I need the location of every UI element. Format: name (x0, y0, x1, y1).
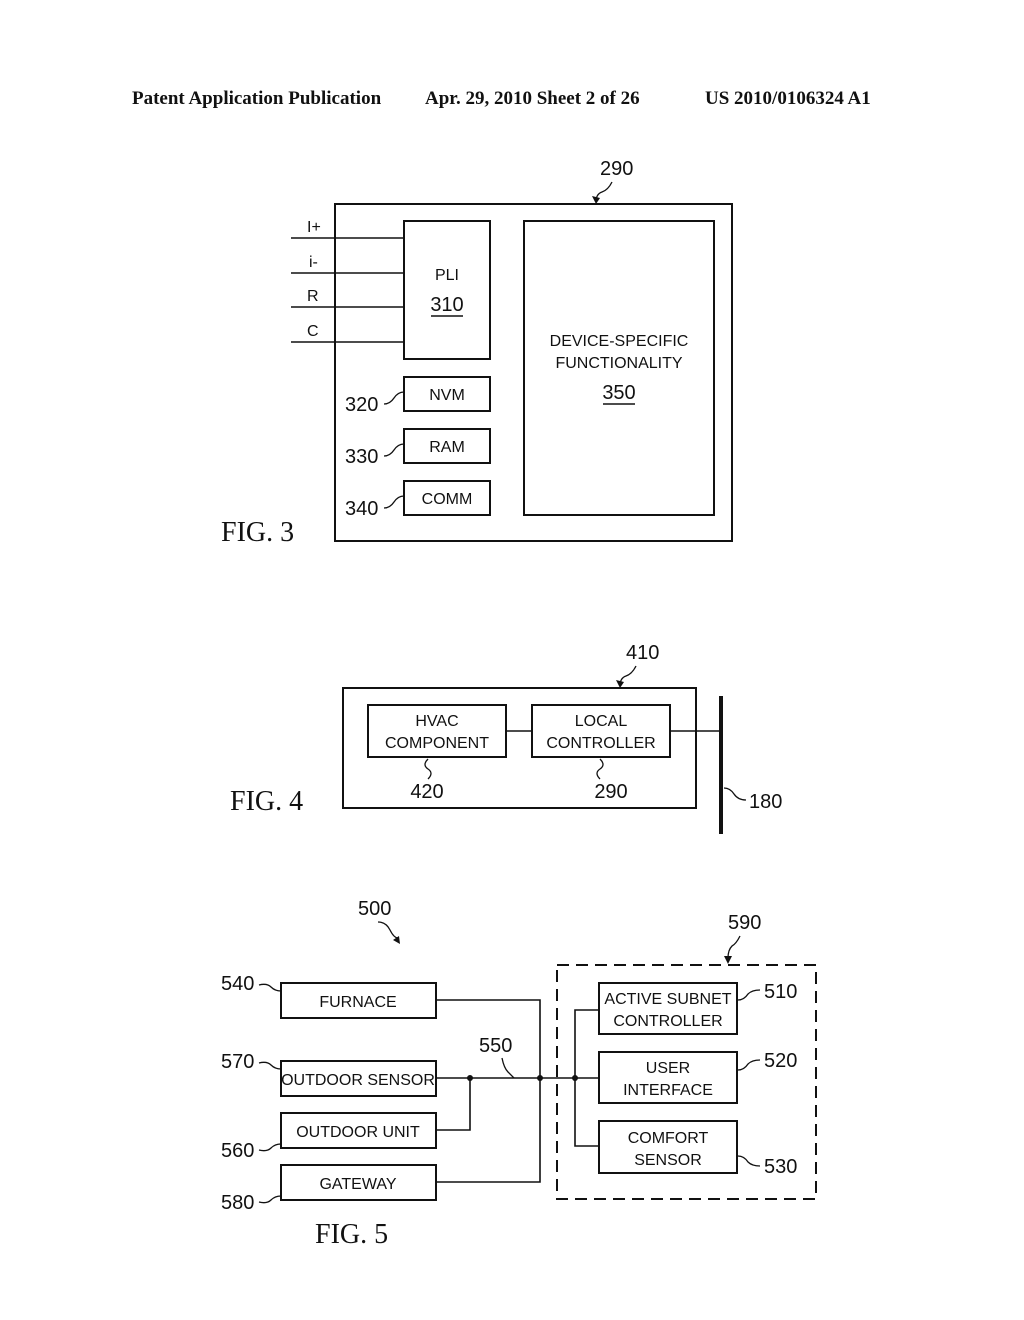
user-interface-ref: 520 (764, 1050, 797, 1072)
comm-ref-leader (383, 495, 405, 509)
subnet-ref-590: 590 (728, 912, 761, 934)
gateway-label: GATEWAY (319, 1176, 396, 1193)
fig3-caption: FIG. 3 (221, 517, 294, 548)
fig5: 500 590 FURNACE 540 OUTDOOR SENSOR 570 O… (221, 898, 817, 1250)
local-controller-outline (334, 203, 733, 542)
comfort-ref-leader (737, 1155, 761, 1167)
outdoor-sensor-ref-leader (258, 1061, 282, 1070)
subnet-ref-leader (727, 935, 741, 959)
fig5-caption: FIG. 5 (315, 1219, 388, 1250)
fig4-ref-410: 410 (626, 642, 659, 664)
comm-ref: 340 (345, 498, 378, 520)
bus-550-ref: 550 (479, 1035, 512, 1057)
fig4: 410 HVAC COMPONENT LOCAL CONTROLLER 180 … (230, 642, 782, 834)
ram-label: RAM (429, 439, 465, 456)
input-label-i-minus: i- (309, 254, 318, 271)
fig3-ref-290: 290 (600, 158, 633, 180)
comfort-sensor-label-line1: COMFORT (628, 1130, 709, 1147)
arrowhead-icon (616, 680, 624, 688)
outdoor-unit-label: OUTDOOR UNIT (296, 1124, 420, 1141)
device-specific-label-line2: FUNCTIONALITY (555, 355, 682, 372)
outdoor-sensor-label: OUTDOOR SENSOR (281, 1072, 435, 1089)
pli-box (403, 220, 491, 360)
furnace-ref: 540 (221, 973, 254, 995)
outdoor-unit-wiring (436, 1078, 471, 1131)
hvac-ref-leader (424, 758, 432, 780)
active-subnet-controller-label-line1: ACTIVE SUBNET (604, 991, 731, 1008)
outdoor-unit-ref: 560 (221, 1140, 254, 1162)
furnace-ref-leader (258, 983, 282, 992)
fig5-ref-500: 500 (358, 898, 391, 920)
comfort-sensor-label-line2: SENSOR (634, 1152, 702, 1169)
local-controller-ref-leader (596, 758, 604, 780)
device-specific-label-line1: DEVICE-SPECIFIC (550, 333, 689, 350)
gateway-ref-leader (258, 1195, 282, 1204)
ram-ref: 330 (345, 446, 378, 468)
nvm-ref-leader (383, 391, 405, 405)
local-controller-label-line2: CONTROLLER (546, 735, 655, 752)
input-label-i-plus: I+ (307, 219, 321, 236)
asc-ref-leader (737, 989, 761, 1001)
fig4-caption: FIG. 4 (230, 786, 303, 817)
device-specific-ref: 350 (602, 382, 635, 404)
input-label-r: R (307, 288, 319, 305)
user-interface-label-line2: INTERFACE (623, 1082, 713, 1099)
fig5-ref-500-leader (377, 921, 399, 939)
active-subnet-controller-ref: 510 (764, 981, 797, 1003)
pli-label: PLI (435, 267, 459, 284)
furnace-gateway-wiring (436, 999, 541, 1183)
outdoor-unit-ref-leader (258, 1143, 282, 1152)
nvm-ref: 320 (345, 394, 378, 416)
active-subnet-controller-label-line2: CONTROLLER (613, 1013, 722, 1030)
fig3: 290 I+ i- R C PLI 310 NVM 320 RAM 330 CO… (221, 158, 733, 548)
outdoor-sensor-ref: 570 (221, 1051, 254, 1073)
comm-label: COMM (422, 491, 473, 508)
local-controller-ref: 290 (594, 781, 627, 803)
arrowhead-icon (592, 196, 600, 204)
arrowhead-icon (724, 956, 732, 964)
hvac-component-label-line1: HVAC (415, 713, 458, 730)
user-interface-label-line1: USER (646, 1060, 690, 1077)
bus-180-ref: 180 (749, 791, 782, 813)
ram-ref-leader (383, 443, 405, 457)
ui-ref-leader (737, 1059, 761, 1071)
gateway-ref: 580 (221, 1192, 254, 1214)
comfort-sensor-ref: 530 (764, 1156, 797, 1178)
patent-drawing-sheet: 290 I+ i- R C PLI 310 NVM 320 RAM 330 CO… (221, 158, 817, 1250)
input-label-c: C (307, 323, 319, 340)
junction-dot (467, 1075, 473, 1081)
hvac-component-ref: 420 (410, 781, 443, 803)
bus-550-leader (501, 1057, 515, 1079)
local-controller-label-line1: LOCAL (575, 713, 628, 730)
junction-dot (572, 1075, 578, 1081)
nvm-label: NVM (429, 387, 465, 404)
bus-180-leader (723, 787, 747, 801)
hvac-component-label-line2: COMPONENT (385, 735, 489, 752)
junction-dot (537, 1075, 543, 1081)
furnace-label: FURNACE (319, 994, 396, 1011)
pli-ref: 310 (430, 294, 463, 316)
